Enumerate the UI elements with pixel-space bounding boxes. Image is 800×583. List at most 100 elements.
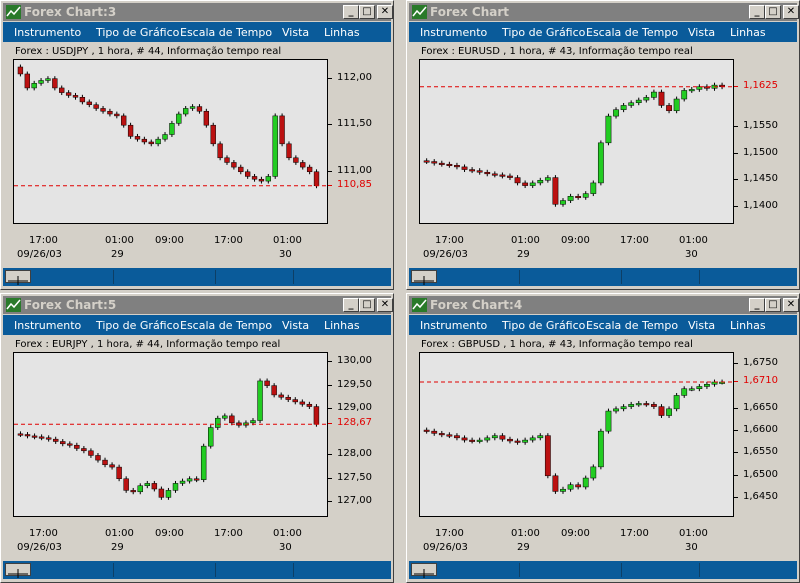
menu-bar: Instrumento Tipo de Gráfico Escala de Temp… [3, 315, 391, 335]
minimize-button[interactable]: _ [343, 298, 359, 312]
menu-item[interactable]: Instrumento [420, 26, 487, 39]
price-axis: 1,6750 1,6650 1,6600 1,6550 1,6500 1,6450 1,67… [734, 352, 794, 517]
candle-body [446, 434, 453, 437]
candle-body [245, 171, 251, 177]
forex-chart-window: Forex Chart:3 _ □ ✕ Instrumento Tipo de Gráfi… [0, 0, 394, 290]
candle-body [141, 138, 148, 143]
crosshair-tool-icon[interactable] [411, 270, 437, 285]
candle-body [454, 435, 460, 439]
menu-item[interactable]: Tipo de Gráfico [96, 26, 179, 39]
candle-body [491, 173, 498, 176]
status-separator [293, 563, 294, 577]
candle-body [704, 384, 710, 387]
maximize-button[interactable]: □ [765, 298, 781, 312]
x-time-label: 01:00 [273, 528, 302, 539]
candle-body [499, 174, 506, 177]
menu-item[interactable]: Instrumento [14, 319, 81, 332]
status-separator [215, 563, 216, 577]
chart-plot-area[interactable] [419, 352, 734, 517]
x-date-label: 29 [111, 542, 124, 553]
status-separator [699, 270, 700, 284]
status-bar [409, 268, 797, 286]
menu-item[interactable]: Vista [688, 319, 715, 332]
window-title-bar[interactable]: Forex Chart:3 _ □ ✕ [3, 3, 393, 21]
candle-body [67, 443, 73, 446]
window-title-bar[interactable]: Forex Chart _ □ ✕ [409, 3, 799, 21]
x-time-label: 17:00 [620, 235, 649, 246]
menu-item[interactable]: Tipo de Gráfico [96, 319, 179, 332]
close-button[interactable]: ✕ [783, 298, 799, 312]
chart-plot-area[interactable] [419, 59, 734, 224]
menu-item[interactable]: Vista [688, 26, 715, 39]
x-time-label: 01:00 [105, 528, 134, 539]
candle-body [643, 403, 650, 406]
minimize-button[interactable]: _ [749, 5, 765, 19]
menu-item[interactable]: Linhas [324, 26, 360, 39]
candle-body [272, 115, 278, 177]
menu-item[interactable]: Tipo de Gráfico [502, 26, 585, 39]
candle-body [116, 466, 122, 479]
y-tick [328, 170, 332, 172]
close-button[interactable]: ✕ [783, 5, 799, 19]
menu-item[interactable]: Instrumento [14, 26, 81, 39]
maximize-button[interactable]: □ [359, 5, 375, 19]
candle-body [469, 169, 476, 172]
y-tick [734, 179, 738, 181]
x-date-label: 29 [111, 249, 124, 260]
candle-body [93, 104, 99, 109]
y-tick-label: 127,00 [337, 495, 372, 507]
candle-body [620, 105, 627, 110]
status-separator [113, 270, 114, 284]
chart-plot-area[interactable] [13, 59, 328, 224]
candle-body [507, 175, 513, 178]
close-button[interactable]: ✕ [377, 5, 393, 19]
maximize-button[interactable]: □ [765, 5, 781, 19]
candle-body [251, 176, 258, 180]
candle-body [189, 106, 196, 109]
x-time-label: 17:00 [435, 528, 464, 539]
candle-body [238, 166, 244, 173]
candle-body [86, 101, 92, 105]
crosshair-tool-icon[interactable] [411, 563, 437, 578]
minimize-button[interactable]: _ [343, 5, 359, 19]
menu-item[interactable]: Vista [282, 319, 309, 332]
window-title: Forex Chart:5 [24, 298, 117, 312]
menu-item[interactable]: Tipo de Gráfico [502, 319, 585, 332]
menu-item[interactable]: Linhas [730, 26, 766, 39]
crosshair-tool-icon[interactable] [5, 563, 31, 578]
chart-plot-area[interactable] [13, 352, 328, 517]
menu-item[interactable]: Escala de Tempo [180, 26, 272, 39]
window-title-bar[interactable]: Forex Chart:5 _ □ ✕ [3, 296, 393, 314]
x-date-label: 09/26/03 [17, 249, 62, 260]
candle-body [231, 162, 237, 168]
menu-item[interactable]: Escala de Tempo [180, 319, 272, 332]
candle-body [95, 455, 101, 461]
y-tick-label: 1,1500 [743, 146, 778, 158]
close-button[interactable]: ✕ [377, 298, 393, 312]
menu-item[interactable]: Vista [282, 26, 309, 39]
crosshair-tool-icon[interactable] [5, 270, 31, 285]
candle-body [292, 399, 298, 403]
window-title-bar[interactable]: Forex Chart:4 _ □ ✕ [409, 296, 799, 314]
candle-body [271, 385, 277, 396]
menu-item[interactable]: Linhas [730, 319, 766, 332]
x-time-label: 09:00 [561, 235, 590, 246]
status-separator [293, 270, 294, 284]
candle-body [72, 95, 79, 98]
candle-body [210, 124, 216, 145]
candle-body [438, 162, 445, 165]
menu-item[interactable]: Escala de Tempo [586, 319, 678, 332]
menu-item[interactable]: Escala de Tempo [586, 26, 678, 39]
candle-body [31, 435, 38, 438]
window-title: Forex Chart:3 [24, 5, 117, 19]
minimize-button[interactable]: _ [749, 298, 765, 312]
candle-body [681, 388, 688, 396]
menu-bar: Instrumento Tipo de Gráfico Escala de Temp… [409, 315, 797, 335]
menu-item[interactable]: Linhas [324, 319, 360, 332]
candle-body [438, 433, 445, 436]
menu-item[interactable]: Instrumento [420, 319, 487, 332]
candle-body [45, 78, 51, 81]
candle-body [491, 435, 498, 439]
candle-body [196, 106, 203, 112]
maximize-button[interactable]: □ [359, 298, 375, 312]
